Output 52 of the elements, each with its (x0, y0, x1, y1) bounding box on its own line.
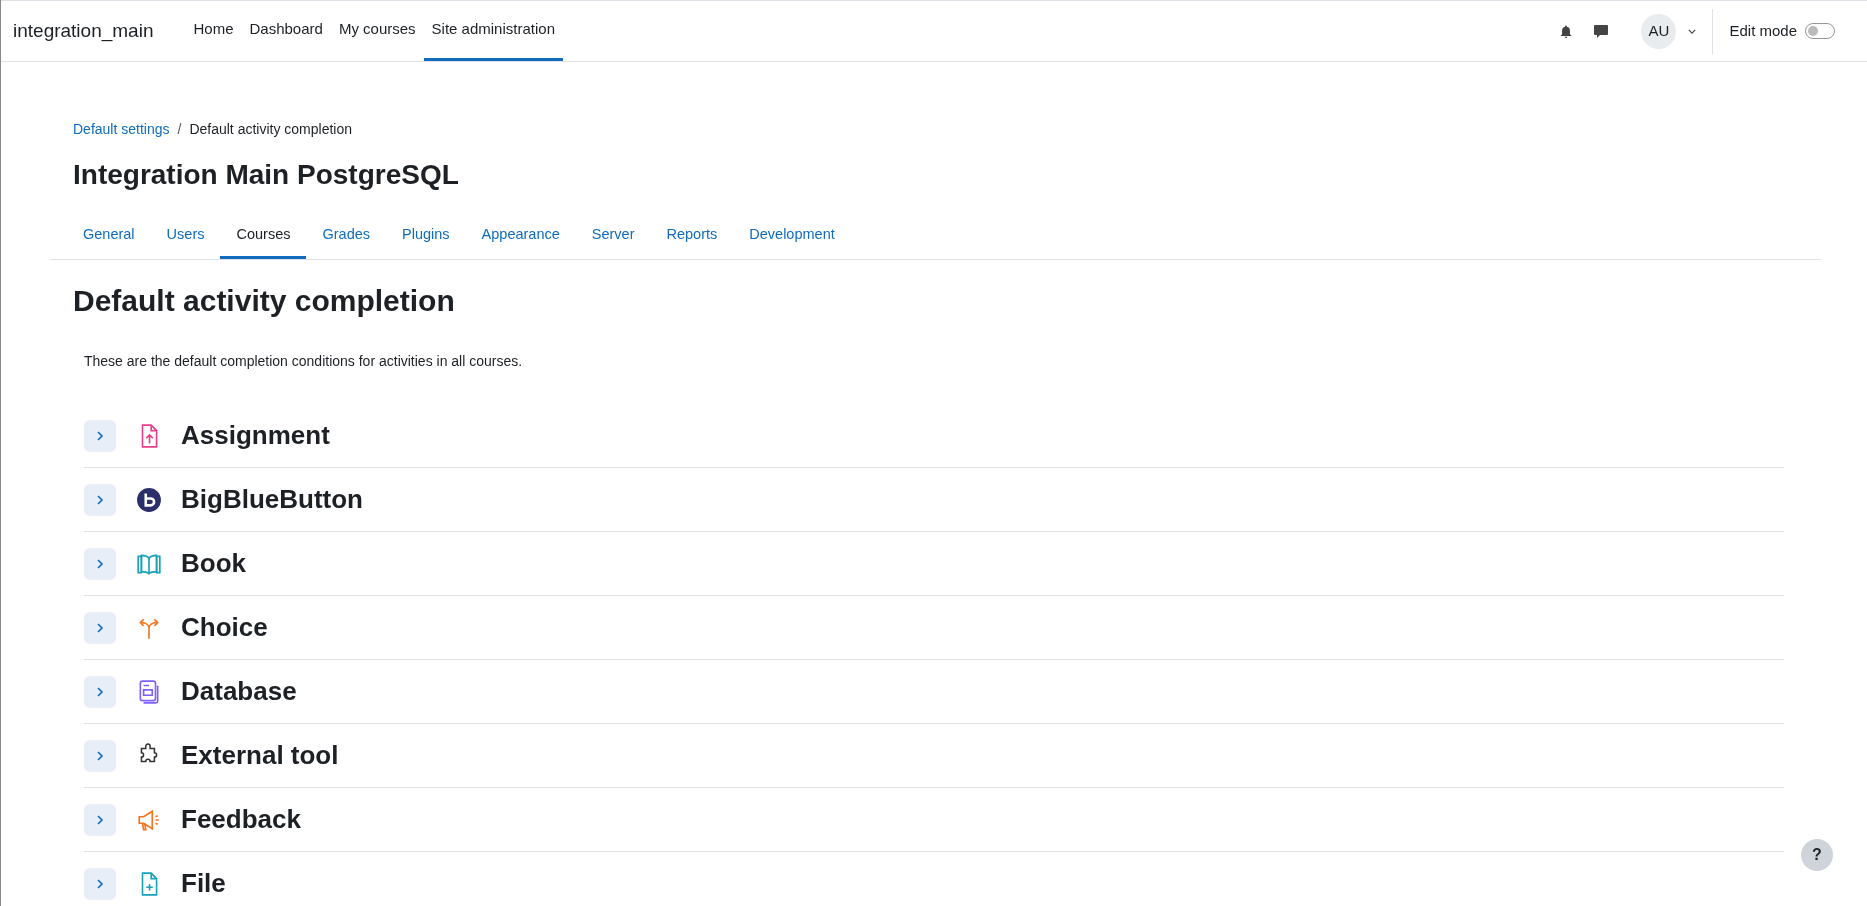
expand-toggle[interactable] (84, 675, 116, 708)
activity-name[interactable]: Database (181, 672, 297, 711)
notification-bell-icon[interactable] (1559, 23, 1574, 39)
chevron-right-icon (95, 557, 105, 570)
admin-tab[interactable]: Plugins (386, 214, 466, 259)
description-text: These are the default completion conditions for activities in all courses. (84, 352, 524, 371)
chevron-right-icon (95, 493, 105, 506)
activity-name[interactable]: Assignment (181, 416, 330, 455)
help-button[interactable]: ? (1801, 839, 1833, 871)
admin-tab[interactable]: Users (150, 214, 221, 259)
user-avatar[interactable]: AU (1641, 13, 1677, 49)
activity-name[interactable]: Feedback (181, 800, 301, 839)
edit-mode-toggle[interactable] (1805, 23, 1835, 39)
edit-mode-label: Edit mode (1729, 20, 1797, 41)
site-title: Integration Main PostgreSQL (73, 158, 460, 192)
admin-tab[interactable]: Courses (220, 214, 307, 259)
activity-name[interactable]: Choice (181, 608, 268, 647)
breadcrumb-link[interactable]: Default settings (73, 119, 170, 140)
chevron-right-icon (95, 877, 105, 890)
activity-name[interactable]: External tool (181, 736, 339, 775)
site-name[interactable]: integration_main (13, 16, 154, 46)
admin-tab[interactable]: Appearance (465, 214, 576, 259)
admin-tab[interactable]: Server (575, 214, 651, 259)
expand-toggle[interactable] (84, 419, 116, 452)
admin-tab[interactable]: Grades (306, 214, 387, 259)
admin-tab[interactable]: Development (733, 214, 851, 259)
expand-toggle[interactable] (84, 739, 116, 772)
breadcrumb-current: Default activity completion (189, 120, 353, 139)
admin-tab[interactable]: Reports (650, 214, 734, 259)
activity-name[interactable]: Book (181, 544, 246, 583)
chevron-down-icon[interactable] (1688, 28, 1697, 34)
nav-link[interactable]: Home (185, 1, 242, 61)
circle-letter-icon (136, 486, 162, 513)
chat-bubble-icon[interactable] (1593, 23, 1610, 39)
expand-toggle[interactable] (84, 803, 116, 836)
expand-toggle[interactable] (84, 483, 116, 516)
activity-name[interactable]: File (181, 864, 226, 903)
chevron-right-icon (95, 621, 105, 634)
expand-toggle[interactable] (84, 611, 116, 644)
nav-link[interactable]: Site administration (423, 1, 563, 61)
chevron-right-icon (95, 685, 105, 698)
nav-link[interactable]: Dashboard (241, 1, 331, 61)
breadcrumb-separator: / (177, 120, 182, 139)
nav-link[interactable]: My courses (330, 1, 424, 61)
chevron-right-icon (95, 813, 105, 826)
expand-toggle[interactable] (84, 867, 116, 900)
activity-name[interactable]: BigBlueButton (181, 480, 363, 519)
expand-toggle[interactable] (84, 547, 116, 580)
chevron-right-icon (95, 749, 105, 762)
chevron-right-icon (95, 429, 105, 442)
admin-tab[interactable]: General (67, 214, 151, 259)
page-heading: Default activity completion (73, 283, 456, 319)
